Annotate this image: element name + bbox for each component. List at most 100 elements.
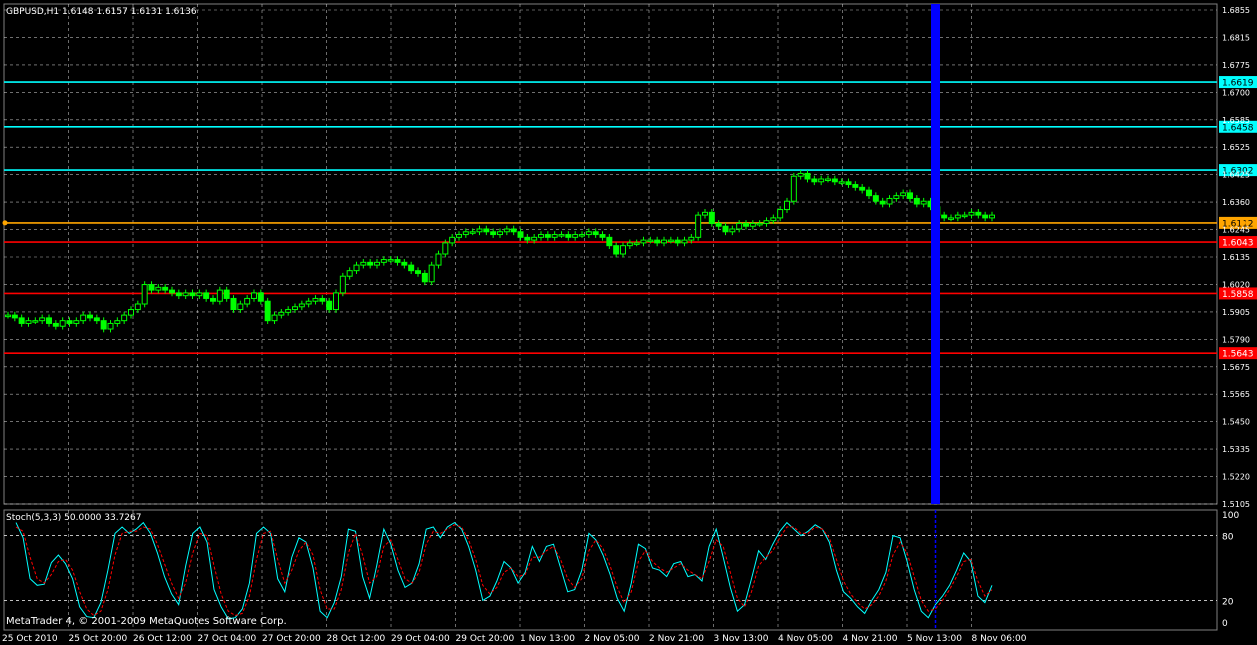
candle-body <box>749 222 756 227</box>
price-axis-label: 1.6525 <box>1222 143 1250 152</box>
candle-body <box>216 289 223 302</box>
candle-body <box>948 217 954 220</box>
price-axis-label: 1.6775 <box>1222 61 1250 70</box>
candle-body <box>264 300 271 322</box>
candle-body <box>982 214 989 219</box>
candle-body <box>490 231 497 236</box>
candle-body <box>715 222 722 227</box>
candle-body <box>5 314 11 318</box>
candle-body <box>613 245 620 255</box>
time-marker-line[interactable] <box>931 4 940 504</box>
time-tick-label: 4 Nov 21:00 <box>843 634 898 644</box>
candle-body <box>633 242 640 245</box>
candle-body <box>476 228 483 233</box>
candle-body <box>859 186 866 191</box>
candle-body <box>196 292 203 297</box>
time-tick-label: 5 Nov 13:00 <box>907 634 962 644</box>
candle-body <box>408 264 415 272</box>
price-axis-label: 1.5565 <box>1222 390 1250 399</box>
candle-body <box>524 236 531 241</box>
candle-body <box>141 284 148 305</box>
candle-body <box>244 297 251 305</box>
candle-body <box>428 264 435 283</box>
time-tick-label: 29 Oct 20:00 <box>456 634 515 644</box>
candle-body <box>449 236 456 244</box>
candle-body <box>25 320 32 324</box>
candle-body <box>292 306 298 311</box>
candle-body <box>387 259 394 262</box>
stoch-axis-label: 80 <box>1222 533 1234 543</box>
candle-body <box>886 197 893 205</box>
time-tick-label: 1 Nov 13:00 <box>520 634 575 644</box>
candle-body <box>606 236 613 247</box>
candle-body <box>169 289 175 294</box>
candle-body <box>893 195 900 199</box>
candle-body <box>585 231 592 236</box>
candle-body <box>319 297 326 302</box>
price-axis-label: 1.6020 <box>1222 280 1250 289</box>
candle-body <box>654 239 661 244</box>
candle-body <box>182 292 189 297</box>
chart-header: GBPUSD,H1 1.6148 1.6157 1.6131 1.6136 <box>6 7 197 17</box>
time-tick-label: 28 Oct 12:00 <box>327 634 386 644</box>
price-axis-label: 1.6425 <box>1222 171 1250 180</box>
price-axis-label: 1.6585 <box>1222 116 1250 125</box>
price-axis-label: 1.5220 <box>1222 473 1250 482</box>
candle-body <box>326 300 333 311</box>
candle-body <box>11 314 18 319</box>
candle-body <box>743 222 749 227</box>
candle-body <box>572 234 579 238</box>
candle-body <box>852 184 859 188</box>
candle-body <box>469 231 476 234</box>
candle-body <box>148 284 155 291</box>
candle-body <box>66 320 73 324</box>
candle-body <box>811 178 818 183</box>
candle-body <box>18 317 25 324</box>
candle-body <box>968 211 975 216</box>
candle-body <box>544 234 551 238</box>
time-tick-label: 8 Nov 06:00 <box>972 634 1027 644</box>
candle-body <box>661 239 667 244</box>
candle-body <box>155 286 162 291</box>
candle-body <box>954 214 961 219</box>
candle-body <box>380 259 387 263</box>
candle-body <box>729 228 736 233</box>
time-tick-label: 25 Oct 2010 <box>2 634 58 644</box>
candle-body <box>175 292 182 297</box>
level-tag-label: 1.5858 <box>1222 290 1254 300</box>
candle-body <box>825 178 831 181</box>
candle-body <box>230 297 237 311</box>
time-tick-label: 27 Oct 04:00 <box>198 634 257 644</box>
candle-body <box>647 239 654 243</box>
candle-body <box>251 292 257 299</box>
candle-body <box>756 222 763 226</box>
candle-body <box>305 300 312 305</box>
candle-body <box>579 234 585 237</box>
candle-body <box>770 217 777 222</box>
candle-body <box>401 261 408 266</box>
candle-body <box>128 309 134 316</box>
candle-body <box>592 231 599 236</box>
candle-body <box>879 200 886 205</box>
candle-body <box>900 192 907 197</box>
candle-body <box>483 228 490 233</box>
candle-body <box>134 303 141 311</box>
chart-window[interactable]: 1.66191.64581.63021.61121.60431.58581.56… <box>0 0 1257 645</box>
candle-body <box>333 292 339 311</box>
stoch-axis-label: 20 <box>1222 597 1234 607</box>
stoch-header: Stoch(5,3,3) 50.0000 33.7267 <box>6 513 141 523</box>
price-axis-label: 1.6815 <box>1222 33 1250 42</box>
candle-body <box>838 181 845 184</box>
time-tick-label: 2 Nov 21:00 <box>649 634 704 644</box>
candle-body <box>312 297 319 302</box>
candle-body <box>702 211 708 216</box>
candle-body <box>435 253 442 266</box>
candle-body <box>421 272 428 283</box>
candle-body <box>695 214 702 238</box>
candle-body <box>442 242 449 255</box>
candle-body <box>339 275 346 294</box>
candle-body <box>162 286 169 291</box>
candle-body <box>93 317 100 322</box>
candle-body <box>80 314 87 322</box>
candle-body <box>510 228 517 233</box>
